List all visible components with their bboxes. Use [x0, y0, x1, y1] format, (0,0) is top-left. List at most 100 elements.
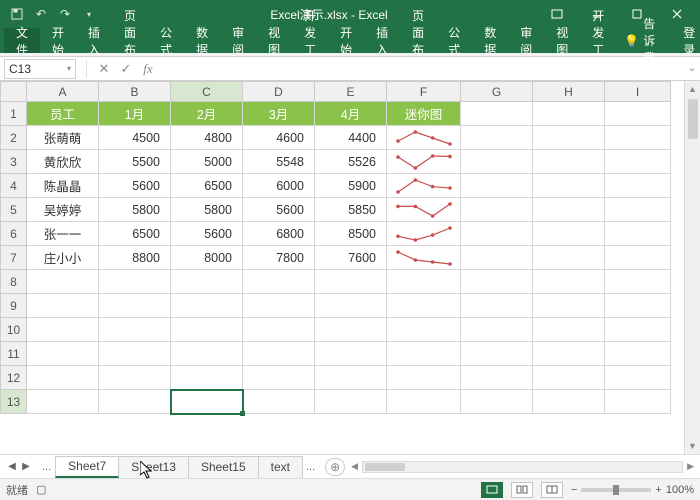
cell[interactable] [171, 294, 243, 318]
cell[interactable] [461, 174, 533, 198]
cell[interactable] [605, 126, 671, 150]
accept-icon[interactable]: ✓ [115, 61, 137, 77]
spreadsheet-grid[interactable]: ABCDEFGHI 1员工1月2月3月4月迷你图2张萌萌450048004600… [0, 81, 671, 414]
tell-me[interactable]: 💡 告诉我... [616, 28, 673, 53]
cell[interactable]: 黄欣欣 [27, 150, 99, 174]
cell[interactable] [461, 198, 533, 222]
cell[interactable] [387, 366, 461, 390]
redo-icon[interactable]: ↷ [56, 5, 74, 23]
cell[interactable] [533, 246, 605, 270]
cell[interactable] [533, 102, 605, 126]
cell[interactable]: 8800 [99, 246, 171, 270]
cell[interactable]: 陈晶晶 [27, 174, 99, 198]
cell[interactable] [605, 342, 671, 366]
tab-视图[interactable]: 视图 [544, 28, 580, 53]
cell[interactable] [387, 342, 461, 366]
col-header-F[interactable]: F [387, 82, 461, 102]
cell[interactable] [533, 390, 605, 414]
tab-数据[interactable]: 数据 [184, 28, 220, 53]
cell[interactable]: 5600 [243, 198, 315, 222]
row-header-3[interactable]: 3 [1, 150, 27, 174]
cell[interactable] [243, 294, 315, 318]
zoom-in-button[interactable]: + [655, 484, 661, 496]
cell[interactable] [605, 318, 671, 342]
cell[interactable] [605, 198, 671, 222]
name-box[interactable]: C13 ▾ [4, 59, 76, 79]
view-normal-icon[interactable] [481, 482, 503, 498]
cell[interactable] [243, 342, 315, 366]
cell[interactable]: 5800 [171, 198, 243, 222]
cell[interactable] [533, 342, 605, 366]
cell[interactable] [461, 390, 533, 414]
cell[interactable] [315, 270, 387, 294]
row-header-4[interactable]: 4 [1, 174, 27, 198]
sheet-tab-Sheet15[interactable]: Sheet15 [188, 456, 259, 478]
sparkline[interactable] [387, 126, 461, 150]
cell[interactable]: 6500 [99, 222, 171, 246]
cell[interactable] [605, 246, 671, 270]
cell[interactable] [99, 294, 171, 318]
sheet-nav-prev-icon[interactable]: ◀ [6, 461, 18, 472]
cell[interactable] [243, 270, 315, 294]
sheet-tab-Sheet13[interactable]: Sheet13 [118, 456, 189, 478]
tab-开始[interactable]: 开始 [40, 28, 76, 53]
cell[interactable] [533, 366, 605, 390]
cell[interactable] [99, 342, 171, 366]
cell[interactable]: 7600 [315, 246, 387, 270]
sheet-nav-next-icon[interactable]: ▶ [20, 461, 32, 472]
login-button[interactable]: 登录 [673, 28, 700, 53]
cell[interactable]: 张一一 [27, 222, 99, 246]
row-header-11[interactable]: 11 [1, 342, 27, 366]
cell[interactable] [533, 174, 605, 198]
col-header-E[interactable]: E [315, 82, 387, 102]
row-header-9[interactable]: 9 [1, 294, 27, 318]
cell[interactable] [243, 390, 315, 414]
cell[interactable]: 5500 [99, 150, 171, 174]
cell[interactable] [27, 294, 99, 318]
sparkline[interactable] [387, 198, 461, 222]
sparkline[interactable] [387, 246, 461, 270]
qat-dropdown-icon[interactable]: ▾ [80, 5, 98, 23]
cell[interactable]: 8500 [315, 222, 387, 246]
cell[interactable]: 1月 [99, 102, 171, 126]
hscroll-thumb[interactable] [365, 463, 405, 471]
cell[interactable] [605, 150, 671, 174]
cell[interactable] [533, 270, 605, 294]
cell[interactable] [533, 198, 605, 222]
cell[interactable] [533, 126, 605, 150]
tab-开发工具[interactable]: 开发工具 [292, 28, 328, 53]
cell[interactable] [461, 270, 533, 294]
cell[interactable] [461, 246, 533, 270]
cell[interactable] [243, 318, 315, 342]
tab-审阅[interactable]: 审阅 [220, 28, 256, 53]
cell[interactable]: 6500 [171, 174, 243, 198]
tab-插入[interactable]: 插入 [364, 28, 400, 53]
tab-视图[interactable]: 视图 [256, 28, 292, 53]
cell[interactable]: 5600 [171, 222, 243, 246]
macro-record-icon[interactable]: ▢ [36, 483, 46, 496]
cell[interactable] [99, 318, 171, 342]
cell[interactable] [315, 318, 387, 342]
col-header-A[interactable]: A [27, 82, 99, 102]
row-header-13[interactable]: 13 [1, 390, 27, 414]
cell[interactable] [315, 366, 387, 390]
zoom-slider[interactable] [581, 488, 651, 492]
cell[interactable] [171, 342, 243, 366]
cell[interactable]: 4500 [99, 126, 171, 150]
cell[interactable]: 5800 [99, 198, 171, 222]
cell[interactable]: 吴婷婷 [27, 198, 99, 222]
fx-icon[interactable]: fx [137, 61, 159, 77]
tab-审阅[interactable]: 审阅 [508, 28, 544, 53]
sheet-tab-Sheet7[interactable]: Sheet7 [55, 456, 119, 478]
row-header-7[interactable]: 7 [1, 246, 27, 270]
cell[interactable] [387, 390, 461, 414]
cell[interactable] [533, 222, 605, 246]
cell[interactable] [461, 126, 533, 150]
cell[interactable] [461, 222, 533, 246]
cell[interactable] [461, 318, 533, 342]
cell[interactable]: 庄小小 [27, 246, 99, 270]
cell[interactable] [315, 294, 387, 318]
row-header-10[interactable]: 10 [1, 318, 27, 342]
chevron-down-icon[interactable]: ▾ [67, 64, 71, 73]
expand-formula-icon[interactable]: ⌄ [684, 63, 700, 74]
